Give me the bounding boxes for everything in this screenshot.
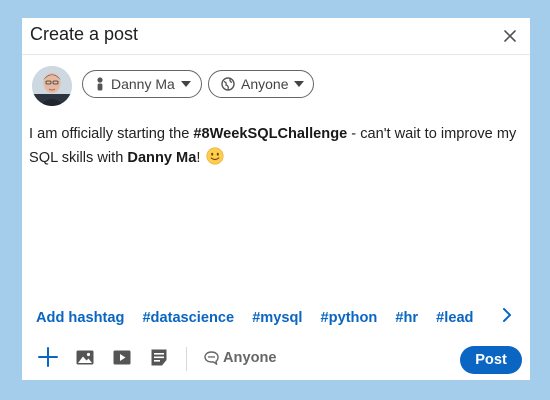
hashtag-suggestion[interactable]: #hr (395, 310, 418, 326)
post-text-part: I am officially starting the (29, 126, 194, 142)
hashtag-suggestion[interactable]: #datascience (142, 310, 234, 326)
post-text-part: ! (196, 150, 205, 166)
globe-icon (221, 77, 235, 91)
chevron-down-icon (180, 81, 191, 87)
person-icon (97, 77, 103, 91)
smiling-face-emoji-icon (206, 147, 224, 173)
hashtag-suggestion[interactable]: #mysql (252, 310, 302, 326)
document-icon[interactable] (151, 349, 167, 371)
dialog-header: Create a post (22, 18, 530, 55)
comment-icon (204, 351, 219, 365)
post-button[interactable]: Post (460, 346, 522, 374)
create-post-dialog: Create a post Danny Ma Anyone I am offic… (22, 18, 530, 380)
dialog-title: Create a post (30, 24, 139, 44)
visibility-selector[interactable]: Anyone (208, 70, 314, 98)
author-selector[interactable]: Danny Ma (82, 70, 202, 98)
avatar (32, 66, 72, 106)
post-mention: Danny Ma (127, 150, 197, 166)
add-icon[interactable] (38, 347, 58, 372)
hashtag-suggestion[interactable]: #lead (436, 310, 473, 326)
post-hashtag: #8WeekSQLChallenge (193, 126, 348, 142)
visibility-selector-label: Anyone (241, 76, 289, 92)
add-hashtag-button[interactable]: Add hashtag (36, 310, 124, 326)
comment-audience-selector[interactable]: Anyone (204, 350, 277, 366)
chevron-down-icon (294, 81, 305, 87)
post-toolbar: Anyone Post (22, 342, 530, 376)
chevron-right-icon[interactable] (502, 308, 512, 327)
post-editor[interactable]: I am officially starting the #8WeekSQLCh… (29, 122, 525, 173)
author-selector-label: Danny Ma (111, 76, 175, 92)
hashtag-suggestions: Add hashtag #datascience #mysql #python … (36, 310, 488, 332)
close-icon[interactable] (500, 26, 520, 46)
video-icon[interactable] (113, 350, 131, 370)
hashtag-suggestion[interactable]: #python (321, 310, 378, 326)
photo-icon[interactable] (76, 350, 94, 370)
comment-audience-label: Anyone (223, 350, 277, 366)
toolbar-divider (186, 347, 187, 371)
